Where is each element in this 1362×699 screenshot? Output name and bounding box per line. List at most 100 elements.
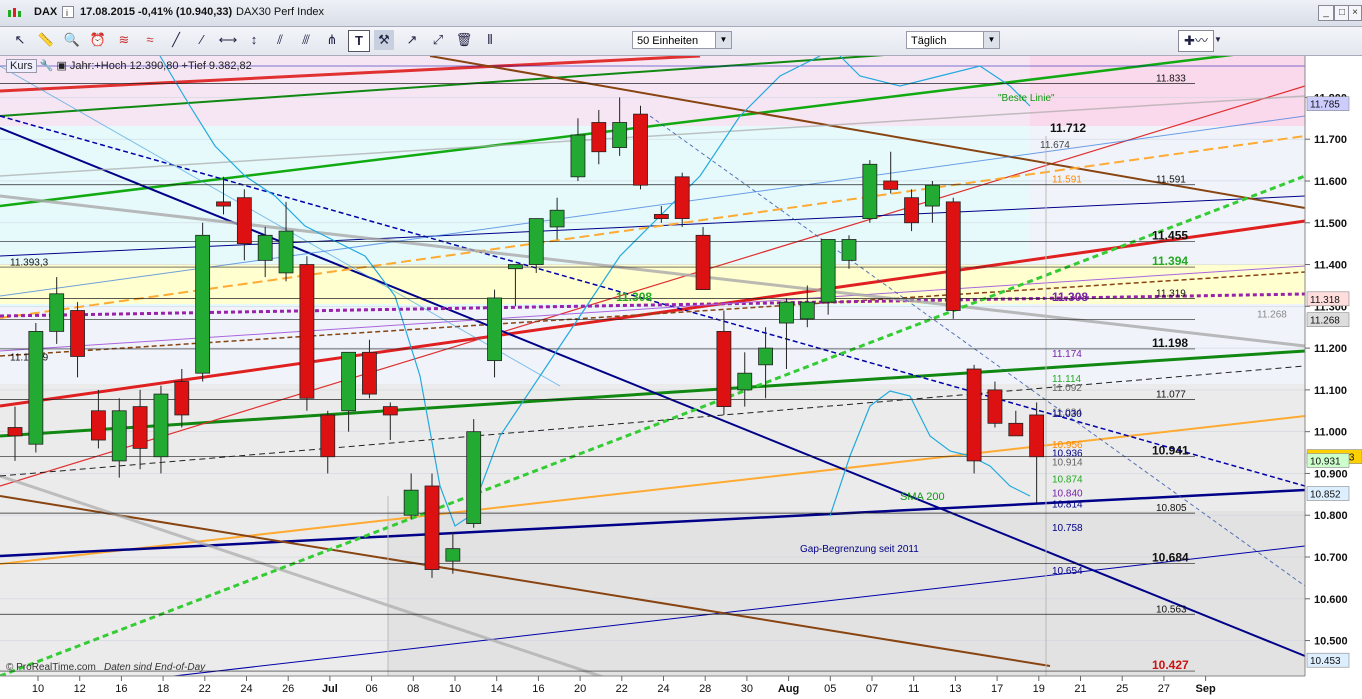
x-tick-label: 20: [574, 683, 586, 695]
ray-tool-icon[interactable]: ⁄: [192, 30, 212, 50]
candle-down: [382, 406, 398, 416]
x-tick-label: 21: [1074, 683, 1086, 695]
level-label: 11.308: [1052, 290, 1088, 304]
x-tick-label: 22: [199, 683, 211, 695]
x-tick-label: 18: [157, 683, 169, 695]
y-tick-label: 10.900: [1314, 468, 1348, 480]
level-label: 11.198: [1152, 336, 1188, 350]
candle-down: [91, 410, 106, 441]
level-label: 11.591: [1156, 175, 1186, 186]
arrow-up-tool-icon[interactable]: ↗: [402, 30, 422, 50]
candle-up: [153, 393, 169, 458]
y-tick-label: 11.400: [1314, 260, 1347, 272]
candle-down: [236, 197, 252, 245]
candle-down: [424, 485, 440, 570]
vertical-line-icon[interactable]: ↕: [244, 30, 264, 50]
candle-down: [1008, 422, 1024, 437]
candle-down: [299, 264, 315, 399]
symbol-label: DAX: [34, 6, 58, 18]
info-icon[interactable]: i: [62, 6, 74, 18]
cursor-tool-icon[interactable]: ↖: [10, 30, 30, 50]
candle-up: [257, 234, 273, 261]
x-tick-label: 13: [949, 683, 961, 695]
trendline-tool-icon[interactable]: ╱: [166, 30, 186, 50]
date-label: 17.08.2015: [80, 6, 136, 18]
candle-down: [216, 201, 231, 207]
close-button[interactable]: ×: [1348, 5, 1362, 21]
x-tick-label: 17: [991, 683, 1003, 695]
level-label: 11.394: [1152, 254, 1188, 268]
level-label: 10.941: [1152, 443, 1189, 457]
text-tool-icon[interactable]: T: [348, 30, 370, 52]
drawing-toolbar: ↖ 📏 🔍 ⏰ ≋ ≈ ╱ ⁄ ⟷ ↕ ⫽ ⫻ ⋔ T ⚒ ↗ ⤢ 🗑 ⦀ 50…: [0, 27, 1362, 56]
zoom-tool-icon[interactable]: 🔍: [62, 30, 82, 50]
y-tick-label: 10.500: [1314, 636, 1348, 648]
x-tick-label: 11: [908, 683, 919, 695]
fibonacci-retrace-icon[interactable]: ≈: [140, 30, 160, 50]
period-select[interactable]: Täglich ▼: [906, 31, 1000, 49]
price-chart[interactable]: 11.833 11.712 11.674 11.591 11.591 11.455 11.3…: [0, 25, 1362, 698]
candle-down: [70, 310, 85, 357]
level-label: 11.174: [1052, 349, 1082, 360]
multi-line-icon[interactable]: ⦀: [480, 30, 500, 50]
level-label: 10.805: [1156, 503, 1187, 514]
candle-down: [716, 330, 732, 408]
units-select[interactable]: 50 Einheiten ▼: [632, 31, 732, 49]
tools-icon[interactable]: ⚒: [374, 30, 394, 50]
fibonacci-fan-icon[interactable]: ≋: [114, 30, 134, 50]
indicators-icon[interactable]: ✚〰: [1178, 30, 1214, 52]
x-tick-label: 06: [365, 683, 377, 695]
chevron-down-icon[interactable]: ▼: [1212, 30, 1224, 50]
y-tick-label: 11.000: [1314, 427, 1347, 439]
level-label: 11.077: [1156, 390, 1186, 401]
candle-down: [987, 389, 1003, 424]
y-tick-label: 10.700: [1314, 552, 1348, 564]
x-tick-label: Sep: [1196, 683, 1216, 695]
candle-up: [549, 209, 565, 228]
candle-up: [195, 234, 211, 374]
level-label: 10.684: [1152, 551, 1189, 565]
wrench-icon[interactable]: 🔧: [40, 60, 54, 72]
footer-credit: © ProRealTime.com: [6, 662, 96, 673]
candle-down: [633, 113, 648, 186]
ruler-tool-icon[interactable]: 📏: [36, 30, 56, 50]
y-tick-label: 10.800: [1314, 510, 1348, 522]
candle-down: [966, 368, 982, 462]
gap-annotation: Gap-Begrenzung seit 2011: [800, 544, 919, 555]
x-tick-label: 25: [1116, 683, 1128, 695]
candle-down: [362, 351, 377, 395]
candle-down: [904, 197, 919, 224]
parallel-tool-icon[interactable]: ⫻: [296, 30, 316, 50]
candle-up: [445, 548, 461, 562]
level-label: 10.563: [1156, 604, 1187, 615]
pitchfork-tool-icon[interactable]: ⋔: [322, 30, 342, 50]
candle-up: [925, 184, 940, 207]
minimize-button[interactable]: _: [1318, 5, 1334, 21]
x-tick-label: 07: [866, 683, 878, 695]
axis-value-label: 11.318: [1310, 295, 1340, 306]
arrow-tool-icon[interactable]: ⤢: [428, 30, 448, 50]
period-select-value: Täglich: [911, 35, 947, 47]
trash-icon[interactable]: 🗑: [454, 30, 474, 50]
candle-up: [487, 297, 502, 362]
x-tick-label: 19: [1033, 683, 1045, 695]
x-tick-label: 08: [407, 683, 419, 695]
alarm-tool-icon[interactable]: ⏰: [88, 30, 108, 50]
level-label: 10.874: [1052, 474, 1083, 485]
settings-icon[interactable]: ▣: [56, 60, 66, 72]
level-label: 11.591: [1052, 175, 1082, 186]
candle-up: [111, 410, 127, 462]
x-tick-label: 27: [1158, 683, 1170, 695]
candle-down: [945, 201, 961, 311]
x-tick-label: 30: [741, 683, 753, 695]
candle-down: [1029, 414, 1045, 458]
candle-up: [820, 239, 836, 303]
channel-tool-icon[interactable]: ⫽: [270, 30, 290, 50]
level-label: 10.814: [1052, 499, 1083, 510]
horizontal-line-icon[interactable]: ⟷: [218, 30, 238, 50]
x-tick-label: 05: [824, 683, 836, 695]
title-bar: DAX i 17.08.2015 -0,41% (10.940,33) DAX3…: [0, 0, 1362, 27]
level-label: 10.914: [1052, 458, 1083, 469]
units-select-value: 50 Einheiten: [637, 35, 699, 47]
x-tick-label: 24: [657, 683, 669, 695]
